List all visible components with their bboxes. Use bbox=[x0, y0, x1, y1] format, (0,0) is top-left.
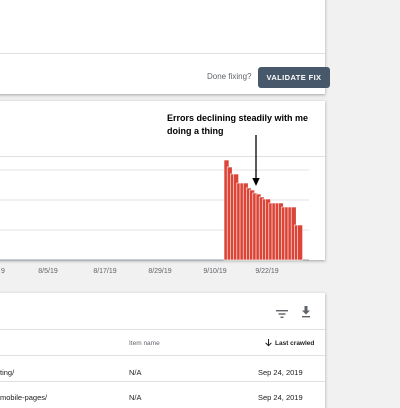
row-item-name: N/A bbox=[129, 368, 142, 377]
done-fixing-label: Done fixing? bbox=[207, 72, 252, 81]
x-tick-label: 9/10/19 bbox=[203, 268, 226, 275]
table-header-divider bbox=[0, 355, 325, 356]
row-item-name: N/A bbox=[129, 393, 142, 402]
arrow-down-icon bbox=[265, 339, 272, 347]
row-url[interactable]: ting/ bbox=[0, 368, 14, 377]
x-tick-label: 9 bbox=[1, 268, 5, 275]
x-tick-label: 8/17/19 bbox=[93, 268, 116, 275]
card-divider bbox=[0, 53, 325, 54]
filter-icon[interactable] bbox=[276, 306, 288, 324]
x-tick-label: 8/5/19 bbox=[38, 268, 58, 275]
column-header-last-crawled[interactable]: Last crawled bbox=[265, 339, 314, 347]
chart-annotation: Errors declining steadily with me doing … bbox=[167, 113, 309, 136]
download-icon[interactable] bbox=[301, 305, 311, 323]
validate-fix-button[interactable]: VALIDATE FIX bbox=[258, 67, 330, 88]
column-header-item-name[interactable]: Item name bbox=[129, 340, 160, 347]
last-crawled-label: Last crawled bbox=[275, 339, 315, 347]
row-last-crawled: Sep 24, 2019 bbox=[258, 393, 303, 402]
table-toolbar-divider bbox=[0, 329, 325, 330]
chart-header-divider bbox=[0, 156, 325, 157]
row-last-crawled: Sep 24, 2019 bbox=[258, 368, 303, 377]
row-url[interactable]: mobile-pages/ bbox=[0, 393, 47, 402]
table-row-divider bbox=[0, 381, 325, 382]
x-tick-label: 8/29/19 bbox=[148, 268, 171, 275]
x-tick-label: 9/22/19 bbox=[255, 268, 278, 275]
